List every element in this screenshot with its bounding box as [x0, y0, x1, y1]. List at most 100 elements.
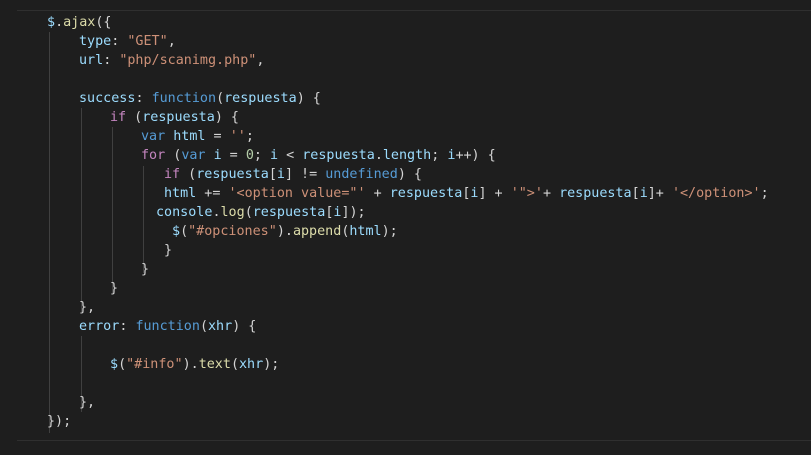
code-token: ,	[256, 53, 265, 68]
code-token: ).	[182, 357, 199, 372]
code-token: length	[382, 148, 432, 163]
code-token: =	[205, 129, 230, 144]
code-token: <	[278, 148, 303, 163]
code-token: '</option>'	[671, 186, 761, 201]
code-line[interactable]: var html = '';	[141, 127, 254, 146]
code-token: respuesta	[196, 167, 269, 182]
code-token: +	[542, 186, 560, 201]
code-token: var	[141, 129, 166, 144]
code-line[interactable]: },	[79, 393, 95, 412]
code-line[interactable]: error: function(xhr) {	[79, 317, 256, 336]
code-token: ;	[245, 129, 254, 144]
code-token: respuesta	[389, 186, 463, 201]
code-token: "GET"	[127, 34, 168, 49]
code-token: xhr	[208, 319, 233, 334]
code-token: respuesta	[142, 110, 215, 125]
code-token: append	[292, 224, 342, 239]
code-token: ''	[229, 129, 246, 144]
code-line[interactable]: $.ajax({	[47, 13, 112, 32]
code-line[interactable]: if (respuesta) {	[110, 108, 239, 127]
code-token: '">'	[510, 186, 543, 201]
code-line[interactable]: console.log(respuesta[i]);	[156, 203, 366, 222]
code-token: );	[381, 224, 398, 239]
code-token: (	[244, 205, 253, 220]
code-token: ++) {	[455, 148, 496, 163]
code-line[interactable]: }	[164, 241, 172, 260]
code-token: .	[55, 15, 64, 30]
code-token: ;	[253, 148, 270, 163]
code-token: html	[164, 186, 197, 201]
code-token: i	[276, 167, 285, 182]
code-line[interactable]: success: function(respuesta) {	[79, 89, 321, 108]
code-line[interactable]: }	[110, 279, 118, 298]
code-token: console	[156, 205, 213, 220]
code-token: error	[79, 319, 120, 334]
code-line[interactable]: url: "php/scanimg.php",	[79, 51, 264, 70]
code-token: function	[135, 319, 200, 334]
code-line[interactable]: if (respuesta[i] != undefined) {	[164, 165, 422, 184]
code-token: $	[47, 15, 56, 30]
code-token: }	[141, 262, 150, 277]
code-token: (	[180, 224, 189, 239]
code-line[interactable]: $("#info").text(xhr);	[110, 355, 279, 374]
code-token: log	[220, 205, 245, 220]
code-line[interactable]: html += '<option value="' + respuesta[i]…	[164, 184, 769, 203]
code-token: :	[111, 34, 128, 49]
code-token: }	[110, 281, 119, 296]
code-line[interactable]: $("#opciones").append(html);	[172, 222, 398, 241]
indent-guide	[112, 127, 113, 293]
code-token: ).	[276, 224, 293, 239]
code-token: "php/scanimg.php"	[119, 53, 257, 68]
code-token: 0	[245, 148, 254, 163]
code-token: respuesta	[252, 205, 326, 220]
code-token: $	[110, 357, 119, 372]
editor-bottom-border	[17, 440, 811, 441]
code-token: ]+	[647, 186, 672, 201]
code-token: );	[263, 357, 280, 372]
code-token: (	[126, 110, 143, 125]
code-token: ) {	[232, 319, 257, 334]
code-line[interactable]: });	[47, 412, 71, 431]
indent-guide	[143, 166, 144, 273]
code-token: :	[135, 91, 152, 106]
code-token: html	[173, 129, 206, 144]
code-token: for	[141, 148, 166, 163]
code-token: ,	[167, 34, 176, 49]
code-token: +	[365, 186, 390, 201]
code-line[interactable]: type: "GET",	[79, 32, 176, 51]
code-token: i	[639, 186, 648, 201]
code-token: type	[79, 34, 112, 49]
code-token: ajax	[63, 15, 96, 30]
code-token: },	[79, 300, 96, 315]
code-token: undefined	[325, 167, 398, 182]
code-token: :	[103, 53, 120, 68]
code-line[interactable]: },	[79, 298, 95, 317]
partial-next-line	[18, 447, 158, 455]
code-token: ]);	[341, 205, 366, 220]
code-token: (	[199, 319, 208, 334]
indent-guide	[81, 108, 82, 312]
code-token: respuesta	[224, 91, 297, 106]
code-token: respuesta	[559, 186, 632, 201]
code-token: ) {	[296, 91, 321, 106]
code-line[interactable]: }	[141, 260, 149, 279]
code-token: ) {	[397, 167, 422, 182]
editor-top-border	[17, 10, 811, 11]
code-token: });	[47, 414, 72, 429]
code-token: },	[79, 395, 96, 410]
code-editor[interactable]: $.ajax({type: "GET", url: "php/scanimg.ph…	[0, 0, 811, 455]
indent-guide	[49, 32, 50, 433]
code-token: respuesta	[302, 148, 375, 163]
code-token: var	[181, 148, 206, 163]
code-token: ({	[95, 15, 112, 30]
code-token: (	[165, 148, 182, 163]
code-token: (	[180, 167, 197, 182]
code-token: :	[119, 319, 136, 334]
code-token: [	[631, 186, 640, 201]
code-line[interactable]: for (var i = 0; i < respuesta.length; i+…	[141, 146, 496, 165]
code-token: if	[110, 110, 127, 125]
code-token: =	[221, 148, 246, 163]
code-token: ] !=	[284, 167, 326, 182]
code-token: if	[164, 167, 181, 182]
